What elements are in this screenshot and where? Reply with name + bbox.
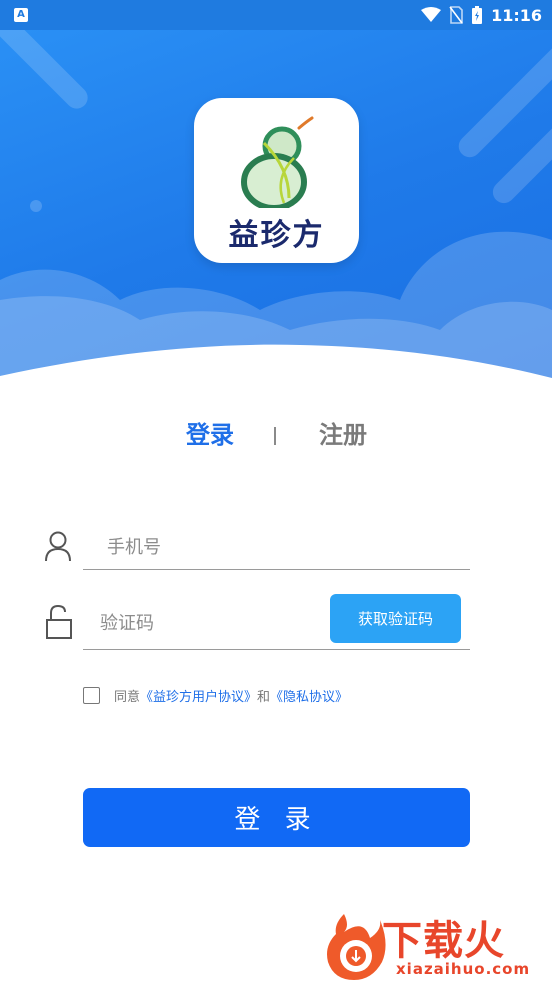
- tab-login[interactable]: 登录: [186, 415, 234, 450]
- watermark: 下载火 xiazaihuo.com: [324, 908, 546, 983]
- wifi-icon: [421, 7, 442, 22]
- app-notification-icon: A: [14, 8, 28, 22]
- tab-divider: [274, 427, 276, 445]
- agreement-prefix: 同意: [114, 689, 141, 705]
- no-sim-icon: [449, 6, 463, 24]
- agreement-checkbox[interactable]: [83, 686, 100, 704]
- gourd-logo-icon: [241, 116, 314, 208]
- user-agreement-link[interactable]: 《益珍方用户协议》: [140, 690, 257, 705]
- status-bar: A 11:16: [0, 0, 552, 30]
- agreement-row: 同意《益珍方用户协议》和《隐私协议》: [83, 685, 348, 705]
- battery-charging-icon: [472, 6, 483, 24]
- agreement-text: 同意《益珍方用户协议》和《隐私协议》: [114, 686, 348, 705]
- watermark-subtitle: xiazaihuo.com: [396, 960, 531, 978]
- watermark-title: 下载火: [382, 918, 505, 964]
- auth-tabs: 登录 注册: [0, 415, 552, 455]
- app-logo: 益珍方: [194, 98, 359, 263]
- agreement-and: 和: [257, 689, 271, 705]
- get-code-button[interactable]: 获取验证码: [330, 594, 461, 643]
- code-underline: [83, 649, 470, 650]
- user-icon: [45, 531, 71, 562]
- tab-register[interactable]: 注册: [319, 415, 367, 450]
- code-input[interactable]: [98, 608, 322, 638]
- flame-logo-icon: [327, 914, 386, 980]
- phone-field-row: [40, 520, 470, 570]
- privacy-link[interactable]: 《隐私协议》: [270, 690, 348, 705]
- lock-icon: [46, 604, 72, 639]
- logo-text: 益珍方: [228, 218, 325, 253]
- status-time: 11:16: [491, 5, 542, 25]
- login-button[interactable]: 登 录: [83, 788, 470, 847]
- phone-underline: [83, 569, 470, 570]
- phone-input[interactable]: [105, 532, 469, 562]
